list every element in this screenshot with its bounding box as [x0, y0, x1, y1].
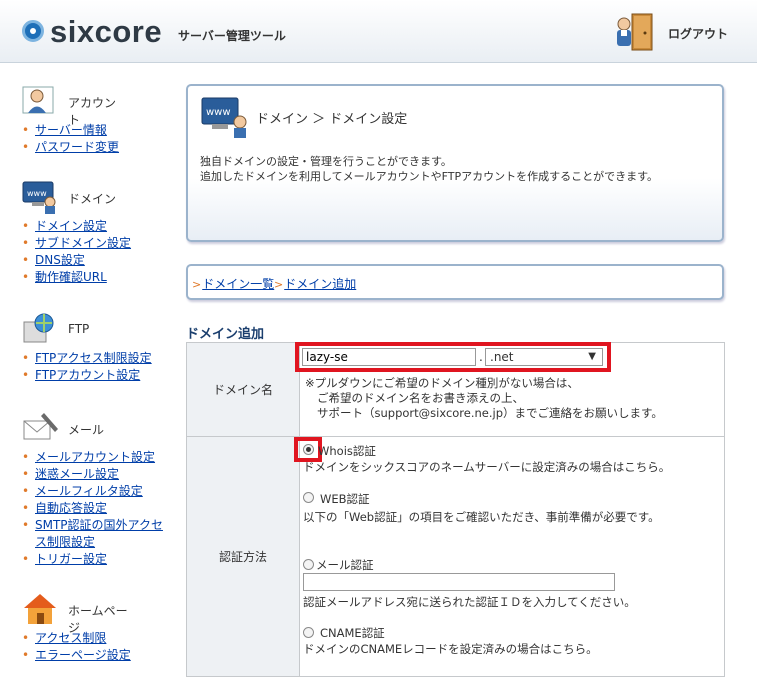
radio-web[interactable]	[303, 492, 314, 503]
sidebar-item-error-page[interactable]: エラーページ設定	[22, 647, 131, 664]
svg-text:www: www	[27, 189, 47, 198]
sidebar-item-mail-filter[interactable]: メールフィルタ設定	[22, 483, 167, 500]
domain-name-label: ドメイン名	[186, 342, 300, 437]
nav-section-mail: メール メールアカウント設定 迷惑メール設定 メールフィルタ設定 自動応答設定 …	[22, 411, 167, 568]
nav-section-homepage: ホームページ アクセス制限 エラーページ設定	[22, 592, 131, 664]
radio-mail[interactable]	[303, 559, 314, 570]
web-desc: 以下の「Web認証」の項目をご確認いただき、事前準備が必要です。	[303, 510, 660, 524]
sidebar-item-spam[interactable]: 迷惑メール設定	[22, 466, 167, 483]
sidebar-item-trigger[interactable]: トリガー設定	[22, 551, 167, 568]
sidebar-item-check-url[interactable]: 動作確認URL	[22, 269, 131, 286]
nav-section-domain: www ドメイン ドメイン設定 サブドメイン設定 DNS設定 動作確認URL	[22, 180, 131, 286]
section-title: ドメイン追加	[186, 327, 265, 342]
sidebar-item-dns[interactable]: DNS設定	[22, 252, 131, 269]
auth-method-label: 認証方法	[186, 436, 300, 677]
sidebar-item-domain-settings[interactable]: ドメイン設定	[22, 218, 131, 235]
www-monitor-icon: www	[201, 97, 247, 138]
sidebar-item-ftp-account[interactable]: FTPアカウント設定	[22, 367, 152, 384]
sidebar-item-subdomain[interactable]: サブドメイン設定	[22, 235, 131, 252]
radio-cname[interactable]	[303, 627, 314, 638]
logout-door-icon	[617, 13, 653, 51]
sidebar-item-access-restriction[interactable]: アクセス制限	[22, 630, 131, 647]
nav-section-account: アカウント サーバー情報 パスワード変更	[22, 84, 119, 156]
nav-section-ftp: FTP FTPアクセス制限設定 FTPアカウント設定	[22, 312, 152, 384]
header-bar: sixcore サーバー管理ツール ログアウト	[0, 0, 757, 63]
web-label: WEB認証	[320, 492, 370, 506]
globe-computer-icon	[23, 313, 54, 343]
house-icon	[24, 594, 56, 624]
auth-code-input[interactable]	[303, 573, 615, 591]
logo-icon	[22, 20, 44, 42]
brand-logo[interactable]: sixcore	[50, 14, 162, 50]
whois-label: Whois認証	[318, 444, 376, 458]
sidebar: アカウント サーバー情報 パスワード変更 www ドメイン ドメイン設定 サブド…	[0, 62, 172, 669]
logout-button[interactable]: ログアウト	[612, 12, 752, 52]
page-description: 独自ドメインの設定・管理を行うことができます。 追加したドメインを利用してメール…	[200, 155, 659, 183]
svg-text:www: www	[206, 107, 231, 118]
user-icon	[22, 86, 54, 114]
nav-section-title: FTP	[68, 322, 90, 336]
mail-auth-label: メール認証	[316, 558, 374, 572]
whois-desc: ドメインをシックスコアのネームサーバーに設定済みの場合はこちら。	[303, 460, 671, 474]
crumb-domain-list[interactable]: >ドメイン一覧	[192, 275, 274, 292]
sidebar-item-mail-account[interactable]: メールアカウント設定	[22, 449, 167, 466]
nav-section-title: ドメイン	[68, 192, 117, 206]
domain-note: ※プルダウンにご希望のドメイン種別がない場合は、 ご希望のドメイン名をお書き添え…	[305, 376, 663, 420]
sidebar-item-autoreply[interactable]: 自動応答設定	[22, 500, 167, 517]
nav-section-title: メール	[68, 423, 105, 437]
sidebar-item-ftp-access[interactable]: FTPアクセス制限設定	[22, 350, 152, 367]
page-title: ドメイン ＞ ドメイン設定	[256, 112, 408, 127]
cname-desc: ドメインのCNAMEレコードを設定済みの場合はこちら。	[303, 642, 598, 656]
sidebar-item-smtp-restrict[interactable]: SMTP認証の国外アクセス制限設定	[22, 517, 167, 551]
breadcrumb: >ドメイン一覧 >ドメイン追加	[186, 264, 724, 300]
logout-label: ログアウト	[668, 27, 729, 41]
highlight-box-domain	[295, 342, 611, 372]
sidebar-item-password[interactable]: パスワード変更	[22, 139, 119, 156]
brand-subtitle: サーバー管理ツール	[178, 29, 286, 43]
sidebar-item-server-info[interactable]: サーバー情報	[22, 122, 119, 139]
www-monitor-icon: www	[22, 181, 56, 214]
crumb-domain-add[interactable]: >ドメイン追加	[274, 275, 356, 292]
page-header-panel: www ドメイン ＞ ドメイン設定 独自ドメインの設定・管理を行うことができます…	[186, 84, 724, 242]
cname-label: CNAME認証	[320, 626, 385, 640]
mail-auth-desc: 認証メールアドレス宛に送られた認証ＩＤを入力してください。	[303, 595, 636, 609]
mail-icon	[23, 413, 58, 440]
